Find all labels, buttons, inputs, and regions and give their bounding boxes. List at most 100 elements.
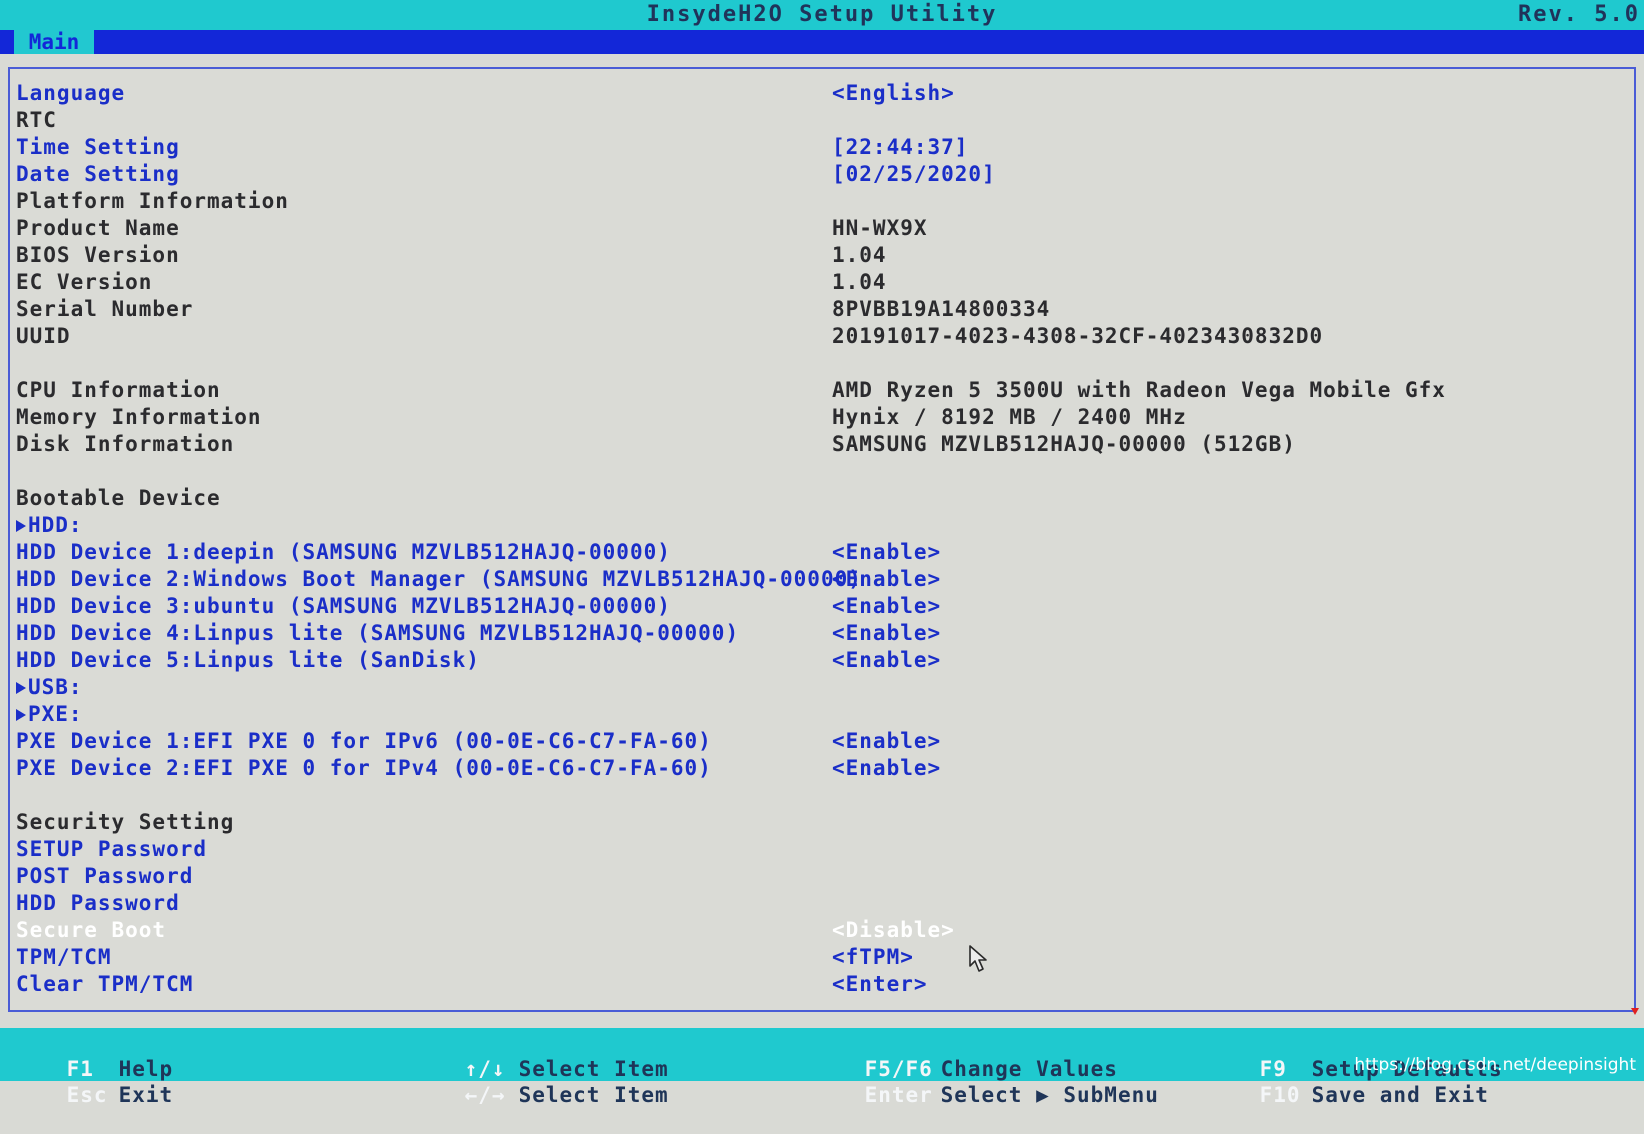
setting-value[interactable]: <Disable> [832, 917, 955, 943]
boot-device-hdd-1[interactable]: HDD Device 1:deepin (SAMSUNG MZVLB512HAJ… [16, 539, 1616, 565]
group-label: HDD: [28, 513, 83, 537]
device-value[interactable]: <Enable> [832, 566, 941, 592]
help-up-down: ↑/↓ Select Item [410, 1030, 669, 1081]
info-label: Disk Information [16, 432, 235, 456]
section-label: Security Setting [16, 810, 235, 834]
help-esc: Esc Exit [12, 1056, 173, 1107]
info-value: SAMSUNG MZVLB512HAJQ-00000 (512GB) [832, 432, 1296, 456]
tab-bar: Main [0, 30, 1644, 54]
main-panel: Language <English> RTC Time Setting [22:… [8, 67, 1636, 1012]
info-bios-version: BIOS Version 1.04 [16, 242, 1616, 268]
device-value[interactable]: <Enable> [832, 593, 941, 619]
device-value[interactable]: <Enable> [832, 539, 941, 565]
group-pxe[interactable]: PXE: [16, 701, 1616, 727]
info-memory: Memory Information Hynix / 8192 MB / 240… [16, 404, 1616, 430]
info-label: Memory Information [16, 405, 262, 429]
setting-language[interactable]: Language <English> [16, 80, 1616, 106]
info-label: Product Name [16, 216, 180, 240]
setting-label: SETUP Password [16, 837, 208, 861]
setting-value[interactable]: <Enter> [832, 971, 928, 997]
mouse-cursor-icon [969, 945, 987, 972]
info-product-name: Product Name HN-WX9X [16, 215, 1616, 241]
setting-value[interactable]: <fTPM> [832, 944, 914, 970]
setting-clear-tpm-tcm[interactable]: Clear TPM/TCM <Enter> [16, 971, 1616, 997]
info-label: Serial Number [16, 297, 194, 321]
setting-label: Language [16, 81, 126, 105]
section-platform-information: Platform Information [16, 188, 1616, 214]
setting-date[interactable]: Date Setting [02/25/2020] [16, 161, 1616, 187]
setting-label: Clear TPM/TCM [16, 972, 194, 996]
setting-label: POST Password [16, 864, 194, 888]
app-title: InsydeH2O Setup Utility [646, 2, 998, 27]
section-rtc: RTC [16, 107, 1616, 133]
info-value: 1.04 [832, 243, 887, 267]
setting-value[interactable]: <English> [832, 80, 955, 106]
boot-device-hdd-2[interactable]: HDD Device 2:Windows Boot Manager (SAMSU… [16, 566, 1616, 592]
setting-label: Time Setting [16, 135, 180, 159]
setting-label: Secure Boot [16, 918, 167, 942]
setting-label: HDD Password [16, 891, 180, 915]
scroll-indicator-icon [1631, 1008, 1639, 1015]
device-value[interactable]: <Enable> [832, 620, 941, 646]
setting-tpm-tcm[interactable]: TPM/TCM <fTPM> [16, 944, 1616, 970]
help-left-right: ←/→ Select Item [410, 1056, 669, 1107]
device-label: HDD Device 2:Windows Boot Manager (SAMSU… [16, 567, 862, 591]
setting-label: Date Setting [16, 162, 180, 186]
setting-post-password[interactable]: POST Password [16, 863, 1616, 889]
device-label: PXE Device 2:EFI PXE 0 for IPv4 (00-0E-C… [16, 756, 712, 780]
expand-arrow-icon [16, 709, 26, 721]
group-label: PXE: [28, 702, 83, 726]
info-value: 1.04 [832, 270, 887, 294]
device-label: PXE Device 1:EFI PXE 0 for IPv6 (00-0E-C… [16, 729, 712, 753]
tab-main[interactable]: Main [14, 30, 94, 54]
device-value[interactable]: <Enable> [832, 755, 941, 781]
info-label: UUID [16, 324, 71, 348]
info-label: BIOS Version [16, 243, 180, 267]
setting-value[interactable]: [02/25/2020] [832, 161, 996, 187]
setting-label: TPM/TCM [16, 945, 112, 969]
info-uuid: UUID 20191017-4023-4308-32CF-4023430832D… [16, 323, 1616, 349]
device-value[interactable]: <Enable> [832, 647, 941, 673]
info-disk: Disk Information SAMSUNG MZVLB512HAJQ-00… [16, 431, 1616, 457]
info-label: CPU Information [16, 378, 221, 402]
setting-value[interactable]: [22:44:37] [832, 134, 968, 160]
setting-time[interactable]: Time Setting [22:44:37] [16, 134, 1616, 160]
key-label: F10 [1259, 1083, 1301, 1107]
info-value: 8PVBB19A14800334 [832, 297, 1051, 321]
help-f9: F9 Setup Defaults [1205, 1030, 1503, 1081]
boot-device-hdd-3[interactable]: HDD Device 3:ubuntu (SAMSUNG MZVLB512HAJ… [16, 593, 1616, 619]
key-desc: Exit [118, 1083, 174, 1107]
info-ec-version: EC Version 1.04 [16, 269, 1616, 295]
boot-device-pxe-2[interactable]: PXE Device 2:EFI PXE 0 for IPv4 (00-0E-C… [16, 755, 1616, 781]
boot-device-hdd-5[interactable]: HDD Device 5:Linpus lite (SanDisk) <Enab… [16, 647, 1616, 673]
group-usb[interactable]: USB: [16, 674, 1616, 700]
key-label: Esc [66, 1083, 108, 1107]
section-label: Platform Information [16, 189, 289, 213]
device-label: HDD Device 1:deepin (SAMSUNG MZVLB512HAJ… [16, 540, 671, 564]
key-desc: Select Item [518, 1083, 669, 1107]
info-serial-number: Serial Number 8PVBB19A14800334 [16, 296, 1616, 322]
info-value: AMD Ryzen 5 3500U with Radeon Vega Mobil… [832, 378, 1446, 402]
help-f5-f6: F5/F6 Change Values [810, 1030, 1118, 1081]
key-label: ←/→ [464, 1083, 506, 1107]
expand-arrow-icon [16, 682, 26, 694]
section-label: Bootable Device [16, 486, 221, 510]
revision-label: Rev. 5.0 [1518, 2, 1640, 27]
section-bootable-device: Bootable Device [16, 485, 1616, 511]
key-desc: Save and Exit [1311, 1083, 1489, 1107]
watermark-text: https://blog.csdn.net/deepinsight [1354, 1055, 1636, 1075]
help-f1: F1 Help [12, 1030, 173, 1081]
info-label: EC Version [16, 270, 153, 294]
boot-device-pxe-1[interactable]: PXE Device 1:EFI PXE 0 for IPv6 (00-0E-C… [16, 728, 1616, 754]
expand-arrow-icon [16, 520, 26, 532]
setting-hdd-password[interactable]: HDD Password [16, 890, 1616, 916]
title-bar: InsydeH2O Setup Utility Rev. 5.0 [0, 0, 1644, 30]
device-value[interactable]: <Enable> [832, 728, 941, 754]
setting-setup-password[interactable]: SETUP Password [16, 836, 1616, 862]
info-cpu: CPU Information AMD Ryzen 5 3500U with R… [16, 377, 1616, 403]
section-security-setting: Security Setting [16, 809, 1616, 835]
help-enter: Enter Select ▶ SubMenu [810, 1056, 1159, 1107]
boot-device-hdd-4[interactable]: HDD Device 4:Linpus lite (SAMSUNG MZVLB5… [16, 620, 1616, 646]
group-hdd[interactable]: HDD: [16, 512, 1616, 538]
setting-secure-boot[interactable]: Secure Boot <Disable> [16, 917, 1616, 943]
